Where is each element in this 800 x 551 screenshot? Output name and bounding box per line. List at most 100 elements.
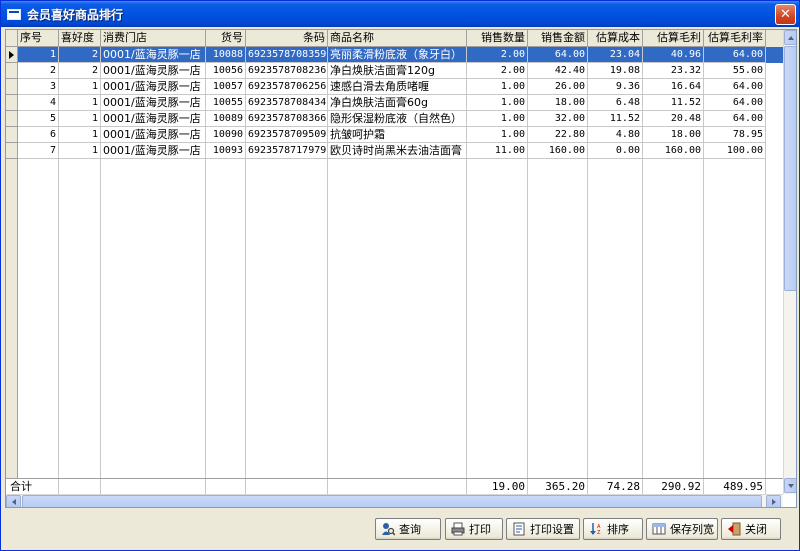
save-column-width-button[interactable]: 保存列宽 (646, 518, 718, 540)
cell-sales-qty[interactable]: 2.00 (467, 63, 528, 79)
cell-barcode[interactable]: 6923578706256 (246, 79, 328, 95)
scroll-down-button[interactable] (784, 478, 796, 493)
cell-seq[interactable]: 3 (18, 79, 59, 95)
cell-barcode[interactable]: 6923578708366 (246, 111, 328, 127)
horizontal-scroll-thumb[interactable] (22, 495, 762, 507)
cell-sales-amount[interactable]: 42.40 (528, 63, 588, 79)
cell-seq[interactable]: 4 (18, 95, 59, 111)
cell-product-name[interactable]: 亮丽柔滑粉底液（象牙白） (328, 47, 467, 63)
table-row[interactable]: 7 1 0001/蓝海灵豚一店 10093 6923578717979 欧贝诗时尚黑米去油… (18, 143, 783, 159)
print-settings-button[interactable]: 打印设置 (506, 518, 580, 540)
table-row[interactable]: 3 1 0001/蓝海灵豚一店 10057 6923578706256 速感白滑去角质啫喱… (18, 79, 783, 95)
cell-barcode[interactable]: 6923578717979 (246, 143, 328, 159)
cell-store[interactable]: 0001/蓝海灵豚一店 (101, 111, 206, 127)
column-header-product-name[interactable]: 商品名称 (328, 30, 467, 47)
cell-est-profit[interactable]: 11.52 (643, 95, 704, 111)
column-header-est-margin[interactable]: 估算毛利率 (704, 30, 766, 47)
column-header-preference[interactable]: 喜好度 (59, 30, 101, 47)
cell-est-cost[interactable]: 0.00 (588, 143, 643, 159)
cell-est-margin[interactable]: 100.00 (704, 143, 766, 159)
cell-est-margin[interactable]: 64.00 (704, 111, 766, 127)
cell-est-profit[interactable]: 18.00 (643, 127, 704, 143)
cell-sales-amount[interactable]: 22.80 (528, 127, 588, 143)
cell-sales-qty[interactable]: 1.00 (467, 79, 528, 95)
column-header-est-profit[interactable]: 估算毛利 (643, 30, 704, 47)
cell-est-cost[interactable]: 11.52 (588, 111, 643, 127)
cell-store[interactable]: 0001/蓝海灵豚一店 (101, 63, 206, 79)
cell-preference[interactable]: 2 (59, 47, 101, 63)
horizontal-scrollbar[interactable] (6, 494, 783, 507)
row-indicator[interactable] (6, 79, 18, 95)
table-row[interactable]: 6 1 0001/蓝海灵豚一店 10090 6923578709509 抗皱呵护霜 1.00… (18, 127, 783, 143)
table-row[interactable]: 2 2 0001/蓝海灵豚一店 10056 6923578708236 净白焕肤洁面膏12… (18, 63, 783, 79)
cell-est-margin[interactable]: 55.00 (704, 63, 766, 79)
vertical-scrollbar[interactable] (783, 30, 796, 494)
cell-preference[interactable]: 1 (59, 79, 101, 95)
cell-est-margin[interactable]: 64.00 (704, 79, 766, 95)
cell-est-margin[interactable]: 64.00 (704, 95, 766, 111)
cell-sales-qty[interactable]: 1.00 (467, 111, 528, 127)
scroll-up-button[interactable] (784, 30, 796, 45)
cell-seq[interactable]: 2 (18, 63, 59, 79)
cell-store[interactable]: 0001/蓝海灵豚一店 (101, 143, 206, 159)
window-close-button[interactable]: ✕ (775, 4, 796, 25)
cell-sales-qty[interactable]: 2.00 (467, 47, 528, 63)
cell-item-no[interactable]: 10089 (206, 111, 246, 127)
cell-sales-qty[interactable]: 1.00 (467, 95, 528, 111)
cell-store[interactable]: 0001/蓝海灵豚一店 (101, 79, 206, 95)
cell-item-no[interactable]: 10090 (206, 127, 246, 143)
cell-seq[interactable]: 5 (18, 111, 59, 127)
cell-item-no[interactable]: 10055 (206, 95, 246, 111)
row-indicator[interactable] (6, 127, 18, 143)
table-row[interactable]: 5 1 0001/蓝海灵豚一店 10089 6923578708366 隐形保湿粉底液（自… (18, 111, 783, 127)
cell-product-name[interactable]: 速感白滑去角质啫喱 (328, 79, 467, 95)
cell-product-name[interactable]: 净白焕肤洁面膏120g (328, 63, 467, 79)
cell-sales-amount[interactable]: 160.00 (528, 143, 588, 159)
cell-preference[interactable]: 1 (59, 95, 101, 111)
query-button[interactable]: 查询 (375, 518, 441, 540)
cell-product-name[interactable]: 欧贝诗时尚黑米去油洁面膏 (328, 143, 467, 159)
row-indicator[interactable] (6, 143, 18, 159)
row-indicator[interactable] (6, 63, 18, 79)
cell-barcode[interactable]: 6923578708434 (246, 95, 328, 111)
cell-est-cost[interactable]: 9.36 (588, 79, 643, 95)
column-header-seq[interactable]: 序号 (18, 30, 59, 47)
cell-sales-amount[interactable]: 18.00 (528, 95, 588, 111)
close-button[interactable]: 关闭 (721, 518, 781, 540)
cell-product-name[interactable]: 净白焕肤洁面膏60g (328, 95, 467, 111)
cell-seq[interactable]: 1 (18, 47, 59, 63)
cell-est-profit[interactable]: 16.64 (643, 79, 704, 95)
cell-seq[interactable]: 6 (18, 127, 59, 143)
cell-est-margin[interactable]: 78.95 (704, 127, 766, 143)
cell-est-margin[interactable]: 64.00 (704, 47, 766, 63)
cell-item-no[interactable]: 10056 (206, 63, 246, 79)
cell-sales-amount[interactable]: 32.00 (528, 111, 588, 127)
cell-seq[interactable]: 7 (18, 143, 59, 159)
cell-store[interactable]: 0001/蓝海灵豚一店 (101, 95, 206, 111)
cell-sales-amount[interactable]: 26.00 (528, 79, 588, 95)
cell-store[interactable]: 0001/蓝海灵豚一店 (101, 47, 206, 63)
cell-est-cost[interactable]: 4.80 (588, 127, 643, 143)
table-row[interactable]: 4 1 0001/蓝海灵豚一店 10055 6923578708434 净白焕肤洁面膏60… (18, 95, 783, 111)
cell-product-name[interactable]: 隐形保湿粉底液（自然色） (328, 111, 467, 127)
print-button[interactable]: 打印 (445, 518, 503, 540)
cell-est-profit[interactable]: 40.96 (643, 47, 704, 63)
cell-sales-qty[interactable]: 1.00 (467, 127, 528, 143)
sort-button[interactable]: AZ 排序 (583, 518, 643, 540)
cell-barcode[interactable]: 6923578709509 (246, 127, 328, 143)
column-header-est-cost[interactable]: 估算成本 (588, 30, 643, 47)
cell-est-profit[interactable]: 20.48 (643, 111, 704, 127)
vertical-scroll-thumb[interactable] (784, 46, 796, 291)
cell-sales-amount[interactable]: 64.00 (528, 47, 588, 63)
row-indicator[interactable] (6, 95, 18, 111)
cell-product-name[interactable]: 抗皱呵护霜 (328, 127, 467, 143)
column-header-sales-qty[interactable]: 销售数量 (467, 30, 528, 47)
column-header-barcode[interactable]: 条码 (246, 30, 328, 47)
table-row[interactable]: 1 2 0001/蓝海灵豚一店 10088 6923578708359 亮丽柔滑粉底液（象… (18, 47, 783, 63)
scroll-left-button[interactable] (6, 495, 21, 507)
column-header-item-no[interactable]: 货号 (206, 30, 246, 47)
title-bar[interactable]: 会员喜好商品排行 ✕ (1, 1, 799, 27)
cell-est-cost[interactable]: 19.08 (588, 63, 643, 79)
cell-sales-qty[interactable]: 11.00 (467, 143, 528, 159)
scroll-right-button[interactable] (766, 495, 781, 507)
